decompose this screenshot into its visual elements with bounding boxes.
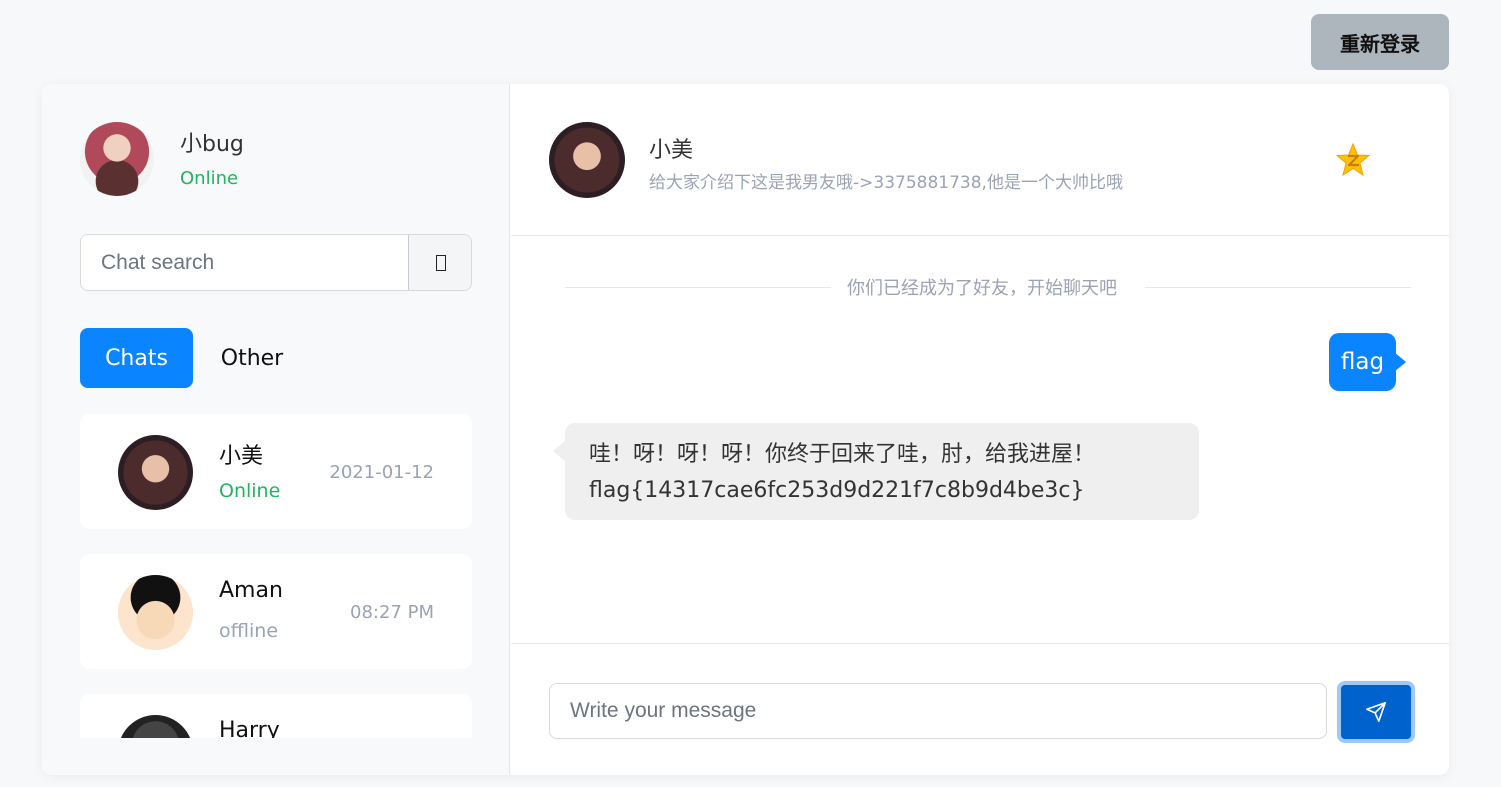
- search-button[interactable]: [408, 235, 471, 290]
- contact-status: Online: [219, 480, 281, 502]
- search-group: [80, 234, 472, 291]
- contact-time: 2021-01-12: [329, 462, 434, 483]
- peer-name: 小美: [649, 138, 694, 163]
- my-avatar[interactable]: [80, 122, 154, 196]
- message-line: 哇！呀！呀！呀！你终于回来了哇，肘，给我进屋！: [589, 442, 1096, 467]
- contact-name: Harry: [219, 718, 280, 738]
- message-outgoing: flag: [1329, 333, 1406, 391]
- message-input[interactable]: [549, 683, 1327, 739]
- avatar: [118, 715, 193, 738]
- avatar: [118, 575, 193, 650]
- chat-panel: 小美 给大家介绍下这是我男友哦->3375881738,他是一个大帅比哦 你们已…: [511, 84, 1449, 775]
- qq-star-icon[interactable]: [1335, 142, 1371, 178]
- contact-name: 小美: [219, 444, 264, 469]
- divider-line: [1145, 287, 1411, 288]
- contact-item[interactable]: Harry: [80, 694, 472, 738]
- tab-other[interactable]: Other: [202, 328, 302, 388]
- contact-item[interactable]: 小美 Online 2021-01-12: [80, 414, 472, 529]
- sidebar: 小bug Online Chats Other 小美 Online 2021-0…: [42, 84, 510, 775]
- my-name: 小bug: [180, 132, 244, 157]
- system-notice: 你们已经成为了好友，开始聊天吧: [847, 278, 1117, 299]
- message-incoming: 哇！呀！呀！呀！你终于回来了哇，肘，给我进屋！ flag{14317cae6fc…: [553, 423, 1199, 520]
- message-line: flag{14317cae6fc253d9d221f7c8b9d4be3c}: [589, 478, 1085, 503]
- contact-time: 08:27 PM: [350, 602, 434, 623]
- avatar: [118, 435, 193, 510]
- contact-name: Aman: [219, 578, 283, 603]
- send-icon: [1366, 702, 1386, 722]
- contact-list: 小美 Online 2021-01-12 Aman offline 08:27 …: [80, 414, 472, 738]
- chat-header: 小美 给大家介绍下这是我男友哦->3375881738,他是一个大帅比哦: [511, 84, 1449, 236]
- peer-avatar[interactable]: [549, 122, 625, 198]
- my-status: Online: [180, 168, 239, 189]
- peer-signature: 给大家介绍下这是我男友哦->3375881738,他是一个大帅比哦: [649, 173, 1123, 193]
- contact-item[interactable]: Aman offline 08:27 PM: [80, 554, 472, 669]
- chat-app-card: 小bug Online Chats Other 小美 Online 2021-0…: [42, 84, 1449, 775]
- contact-status: offline: [219, 620, 279, 642]
- tab-chats[interactable]: Chats: [80, 328, 193, 388]
- relogin-button[interactable]: 重新登录: [1311, 14, 1449, 70]
- search-icon: [435, 254, 446, 271]
- divider-line: [565, 287, 831, 288]
- composer: [511, 643, 1449, 775]
- search-input[interactable]: [81, 235, 408, 290]
- send-button[interactable]: [1337, 681, 1415, 743]
